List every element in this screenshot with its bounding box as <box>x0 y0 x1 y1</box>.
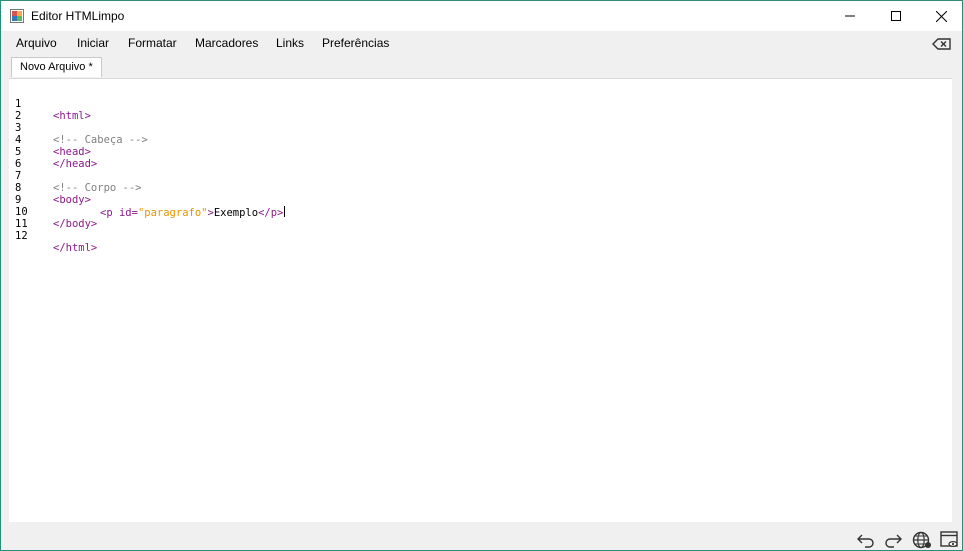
app-window: Editor HTMLimpo Arquivo Iniciar Formatar… <box>0 0 963 551</box>
bottom-toolbar <box>1 522 962 550</box>
code-line: 4 <head> <box>9 122 91 158</box>
code-attribute: id= <box>112 207 138 219</box>
tab-strip: Novo Arquivo * <box>1 55 962 77</box>
close-button[interactable] <box>918 1 962 31</box>
backspace-clear-icon[interactable] <box>932 38 952 50</box>
tab-novo-arquivo[interactable]: Novo Arquivo * <box>11 57 102 77</box>
code-line: 3 <!-- Cabeça --> <box>9 110 148 146</box>
menu-preferencias[interactable]: Preferências <box>322 36 389 50</box>
close-icon <box>935 10 947 22</box>
menu-formatar[interactable]: Formatar <box>128 36 177 50</box>
code-text-highlighted: <p id="paragrafo">Exemplo</p> <box>100 206 286 219</box>
code-text: </head> <box>53 158 98 170</box>
code-text: </body> <box>53 218 98 230</box>
code-line: 2 <box>9 98 47 122</box>
code-text: <head> <box>53 146 91 158</box>
code-line: 5 </head> <box>9 134 97 170</box>
code-text: <html> <box>53 110 91 122</box>
menu-links[interactable]: Links <box>276 36 304 50</box>
minimize-button[interactable] <box>827 1 873 31</box>
menu-bar: Arquivo Iniciar Formatar Marcadores Link… <box>1 31 962 55</box>
code-line: 10 </body> <box>9 194 97 230</box>
menu-arquivo[interactable]: Arquivo <box>16 36 57 50</box>
code-line: 12 </html> <box>9 218 97 254</box>
maximize-icon <box>891 11 901 21</box>
code-line: 11 <box>9 206 47 230</box>
minimize-icon <box>845 15 855 17</box>
window-preview-icon[interactable] <box>940 531 960 549</box>
title-bar: Editor HTMLimpo <box>1 1 962 31</box>
code-content: Exemplo <box>213 207 259 219</box>
code-editor[interactable]: 1 <html> 2 3 <!-- Cabeça --> 4 <head> 5 … <box>9 78 952 523</box>
undo-icon[interactable] <box>856 531 876 549</box>
redo-icon[interactable] <box>883 531 903 549</box>
code-comment: <!-- Corpo --> <box>53 182 142 194</box>
code-text: <body> <box>53 194 91 206</box>
text-caret <box>284 206 286 217</box>
browser-preview-icon[interactable] <box>912 531 932 549</box>
code-comment: <!-- Cabeça --> <box>53 134 148 146</box>
menu-marcadores[interactable]: Marcadores <box>195 36 258 50</box>
code-line: 7 <!-- Corpo --> <box>9 158 142 194</box>
code-string: "paragrafo" <box>137 207 208 219</box>
window-title: Editor HTMLimpo <box>31 9 125 23</box>
app-icon <box>10 9 24 23</box>
code-line: 9 <p id="paragrafo">Exemplo</p> <box>9 182 286 219</box>
code-line: 1 <html> <box>9 86 91 122</box>
code-line: 6 <box>9 146 47 170</box>
code-text: </html> <box>53 242 98 254</box>
line-number: 12 <box>15 230 28 242</box>
maximize-button[interactable] <box>873 1 919 31</box>
code-tag: <p <box>100 207 113 219</box>
menu-iniciar[interactable]: Iniciar <box>77 36 109 50</box>
code-line: 8 <body> <box>9 170 91 206</box>
code-tag: </p> <box>258 207 284 219</box>
